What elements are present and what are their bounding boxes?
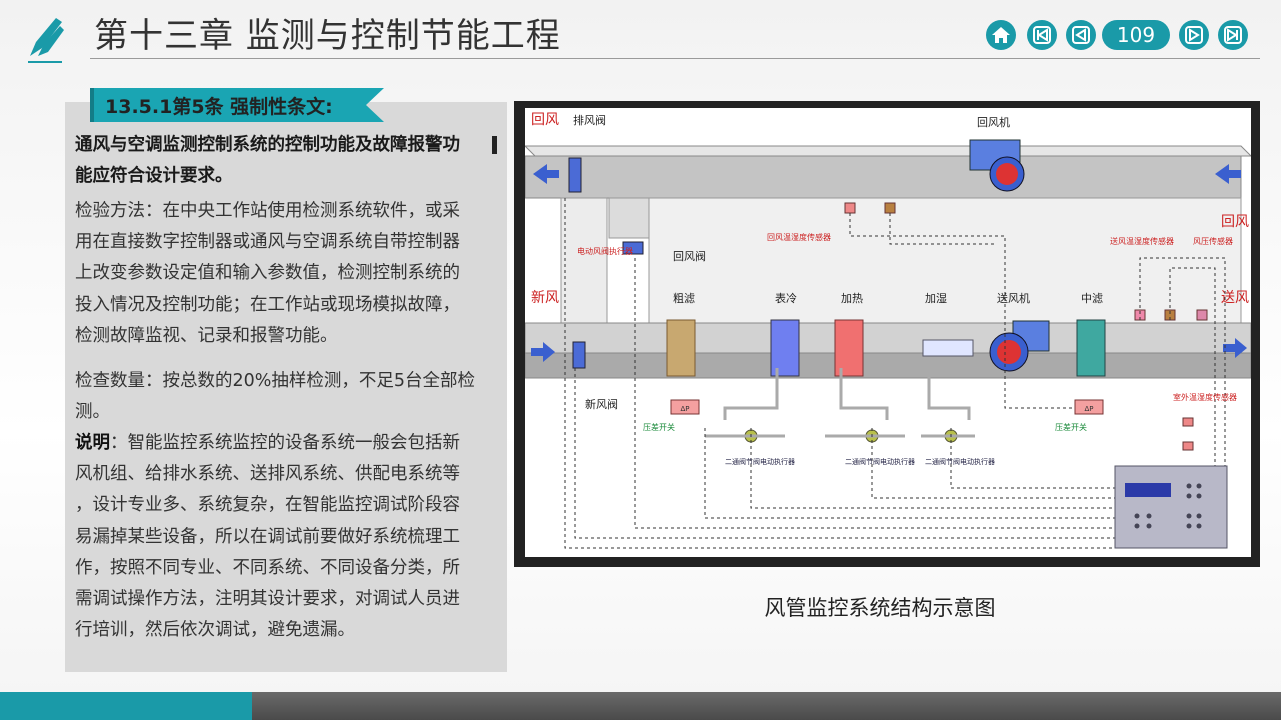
label-return-air: 回风 bbox=[531, 112, 559, 128]
label-supply-air: 送风 bbox=[1221, 290, 1249, 306]
footer-accent bbox=[0, 692, 252, 720]
supply-duct bbox=[525, 352, 1251, 379]
label-medium-filter: 中滤 bbox=[1081, 292, 1103, 305]
label-diff-switch-2: 压差开关 bbox=[1055, 422, 1087, 432]
return-duct-top bbox=[525, 145, 1251, 157]
duct-monitoring-diagram: ΔP ΔP 回风 排风阀 回风机 回风 回风温湿度传感器 送风温湿度传感器 风压… bbox=[525, 108, 1251, 557]
first-page-icon[interactable] bbox=[1027, 20, 1057, 50]
label-valve-2: 二通阀节阀电动执行器 bbox=[845, 457, 915, 466]
article-quantity: 检查数量：按总数的20%抽样检测，不足5台全部检 测。 bbox=[75, 371, 476, 423]
label-return-damper: 回风阀 bbox=[673, 249, 706, 263]
page-number: 109 bbox=[1102, 20, 1170, 50]
note-lead: 说明 bbox=[75, 433, 110, 453]
label-return-fan: 回风机 bbox=[977, 115, 1010, 129]
label-valve-1: 二通阀节阀电动执行器 bbox=[725, 457, 795, 466]
cooling-coil bbox=[770, 319, 800, 377]
article-note: 说明：智能监控系统监控的设备系统一般会包括新 风机组、给排水系统、送排风系统、供… bbox=[75, 433, 460, 641]
diagram-caption: 风管监控系统结构示意图 bbox=[764, 596, 996, 620]
label-exhaust-damper: 排风阀 bbox=[573, 113, 606, 127]
coarse-filter bbox=[666, 319, 696, 377]
article-tag: 13.5.1第5条 强制性条文: bbox=[105, 96, 333, 118]
label-heating: 加热 bbox=[841, 292, 863, 305]
page-title: 第十三章 监测与控制节能工程 bbox=[94, 16, 561, 56]
label-return-air-right: 回风 bbox=[1221, 214, 1249, 230]
label-supply-fan: 送风机 bbox=[997, 291, 1030, 305]
return-duct bbox=[525, 155, 1242, 199]
home-icon[interactable] bbox=[986, 20, 1016, 50]
dp-label-2: ΔP bbox=[1084, 405, 1093, 413]
article-method: 检验方法：在中央工作站使用检测系统软件，或采 用在直接数字控制器或通风与空调系统… bbox=[75, 201, 460, 346]
prev-page-icon[interactable] bbox=[1066, 20, 1096, 50]
label-fresh-air: 新风 bbox=[531, 290, 559, 306]
title-divider bbox=[90, 58, 1260, 59]
supply-duct-top bbox=[525, 322, 1251, 354]
mixing-duct bbox=[560, 197, 608, 329]
next-page-icon[interactable] bbox=[1179, 20, 1209, 50]
last-page-icon[interactable] bbox=[1218, 20, 1248, 50]
ahu-casing bbox=[648, 197, 1242, 334]
article-requirement: 通风与空调监测控制系统的控制功能及故障报警功 能应符合设计要求。 bbox=[75, 135, 460, 187]
label-valve-3: 二通阀节阀电动执行器 bbox=[925, 457, 995, 466]
heating-coil bbox=[834, 319, 864, 377]
label-outdoor-sensor: 室外温湿度传感器 bbox=[1173, 392, 1237, 402]
label-supply-temp-sensor: 送风温湿度传感器 bbox=[1110, 236, 1174, 246]
label-cooling: 表冷 bbox=[775, 291, 797, 305]
label-humidify: 加湿 bbox=[925, 292, 947, 305]
label-pressure-sensor: 风压传感器 bbox=[1193, 236, 1233, 246]
label-damper-actuator: 电动风阀执行器 bbox=[577, 246, 633, 256]
label-coarse-filter: 粗滤 bbox=[673, 292, 695, 305]
dp-label-1: ΔP bbox=[680, 405, 689, 413]
ddc-controller bbox=[1114, 465, 1228, 549]
label-return-temp-sensor: 回风温湿度传感器 bbox=[767, 232, 831, 242]
footer-bar bbox=[252, 692, 1281, 720]
humidifier bbox=[922, 339, 974, 357]
label-fresh-damper: 新风阀 bbox=[585, 397, 618, 411]
label-diff-switch-1: 压差开关 bbox=[643, 422, 675, 432]
pencil-icon bbox=[28, 18, 64, 63]
medium-filter bbox=[1076, 319, 1106, 377]
